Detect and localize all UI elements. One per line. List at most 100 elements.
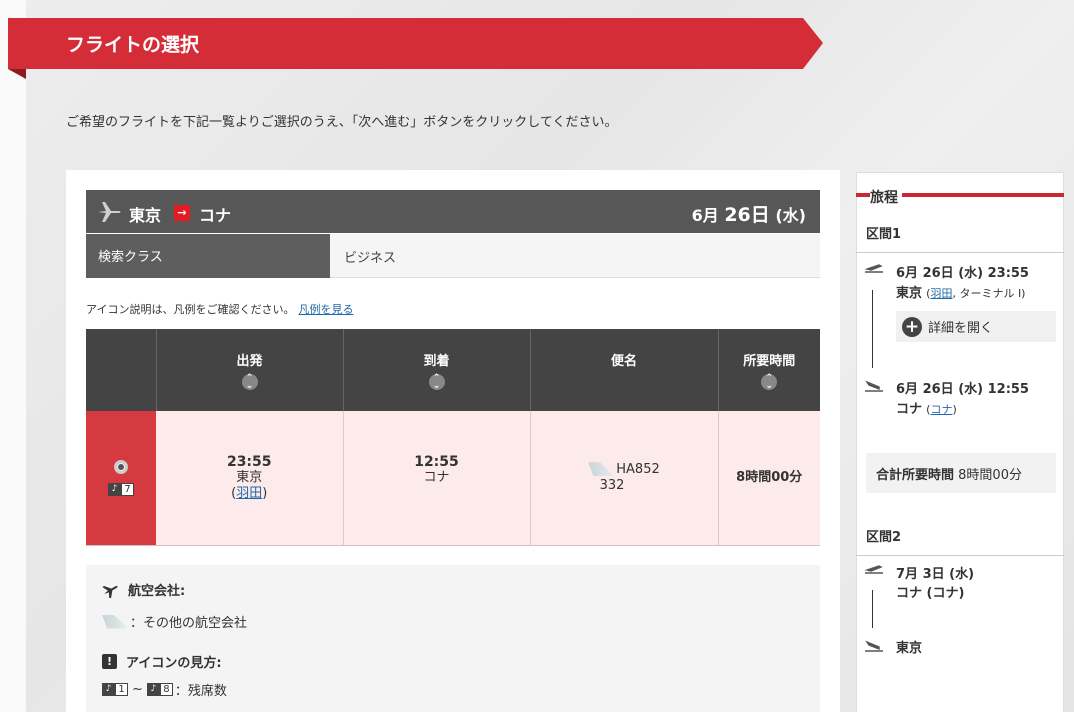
sort-icon[interactable]: ⌃ ⌄: [428, 374, 445, 391]
sort-icon[interactable]: ⌃ ⌄: [761, 374, 778, 391]
seg2-connector-line: [872, 590, 873, 628]
arrival-icon: [865, 640, 883, 652]
table-header-row: 出発 ⌃ ⌄ 到着 ⌃ ⌄ 便名 所要時間 ⌃ ⌄: [86, 329, 820, 411]
seg1-arr-datetime: 6月 26日 (水) 12:55: [896, 378, 1029, 397]
duration-cell: 8時間00分: [718, 411, 820, 546]
total-duration: 合計所要時間 8時間00分: [866, 453, 1056, 493]
legend-seat-range: ♪ 1 ~ ♪ 8 ：残席数: [102, 680, 227, 699]
seg1-dep-airport-link[interactable]: 羽田: [930, 287, 952, 300]
radio-selected-icon[interactable]: [114, 459, 128, 474]
arrival-icon: [865, 380, 883, 392]
seg1-arr-datetime-text: 6月 26日 (水) 12:55: [896, 382, 1029, 397]
flight-number-line: HA852: [531, 462, 718, 478]
arrival-city: コナ: [423, 469, 450, 485]
legend-airline-label: 航空会社:: [128, 584, 186, 599]
seat-icon: ♪: [146, 683, 160, 696]
seg1-arr-city: コナ: [896, 402, 923, 417]
left-edge: [0, 0, 26, 712]
plane-icon: [98, 202, 121, 222]
header-select: [86, 329, 157, 411]
paren-close: ): [952, 403, 957, 416]
seg1-dep-terminal: , ターミナル I): [952, 287, 1026, 300]
plus-icon: +: [902, 316, 922, 337]
departure-icon: [864, 565, 883, 574]
legend-note-text: アイコン説明は、凡例をご確認ください。: [86, 303, 295, 316]
route-origin: 東京: [129, 206, 162, 225]
total-duration-label: 合計所要時間: [876, 468, 955, 483]
seat-min: 1: [115, 683, 128, 696]
seg2-dep-date: 7月 3日 (水): [896, 563, 974, 582]
seg1-dep-datetime: 6月 26日 (水) 23:55: [896, 262, 1029, 281]
instruction-text: ご希望のフライトを下記一覧よりご選択のうえ、「次へ進む」ボタンをクリックしてくだ…: [66, 115, 618, 130]
date-day: 26日: [724, 204, 770, 226]
open-details-button[interactable]: + 詳細を開く: [896, 311, 1056, 342]
legend-note: アイコン説明は、凡例をご確認ください。 凡例を見る: [86, 301, 353, 317]
segment1-title: 区間1: [866, 227, 902, 242]
departure-city: 東京: [236, 469, 263, 485]
header-departure[interactable]: 出発 ⌃ ⌄: [156, 329, 344, 411]
seg1-arr-airport-link[interactable]: コナ: [930, 403, 952, 416]
itinerary-panel: [856, 172, 1064, 712]
table-row[interactable]: ♪ 7 23:55 東京 (羽田) 12:55 コナ HA852 332 8時間0…: [86, 411, 820, 546]
seg2-arr-city: 東京: [896, 637, 922, 656]
seg1-connector-line: [872, 290, 873, 368]
seat-count: 7: [121, 482, 134, 496]
tilde: ~: [132, 682, 143, 697]
seg2-arr-city-text: 東京: [896, 641, 923, 656]
seg1-dep-city: 東京: [896, 286, 923, 301]
route-arrow-icon: →: [174, 205, 190, 221]
search-class-label: 検索クラス: [86, 234, 330, 278]
header-arrival-label: 到着: [423, 354, 450, 369]
legend-icon-label: アイコンの見方:: [126, 656, 222, 671]
seat-icon: ♪: [102, 683, 115, 696]
header-duration-label: 所要時間: [743, 354, 796, 369]
header-departure-label: 出発: [236, 354, 263, 369]
select-cell[interactable]: ♪ 7: [86, 411, 156, 546]
sort-icon[interactable]: ⌃ ⌄: [241, 374, 258, 391]
page-title: フライトの選択: [66, 34, 200, 56]
arrival-cell: 12:55 コナ: [343, 411, 531, 546]
seg1-arr-location: コナ (コナ): [896, 398, 957, 417]
seat-icon: ♪: [108, 482, 121, 496]
segment1-divider: [856, 252, 1064, 253]
airline-tail-icon: [102, 614, 128, 629]
seat-text: ：残席数: [174, 684, 227, 699]
departure-airport: (羽田): [156, 486, 343, 502]
departure-cell: 23:55 東京 (羽田): [156, 411, 344, 546]
departure-time: 23:55: [226, 453, 272, 470]
open-details-label: 詳細を開く: [928, 321, 994, 336]
paren-close: ): [262, 485, 268, 501]
header-flight: 便名: [530, 329, 719, 411]
legend-icon-title: ! アイコンの見方:: [102, 652, 222, 671]
seg2-dep-date-text: 7月 3日 (水): [896, 567, 975, 582]
seg2-dep-city: コナ (コナ): [896, 582, 964, 601]
route-bar: 東京 → コナ 6月 26日 (水): [86, 190, 820, 233]
seat-max: 8: [159, 683, 173, 696]
airline-tail-icon: [588, 462, 615, 477]
route-date: 6月 26日 (水): [692, 200, 806, 227]
header-arrival[interactable]: 到着 ⌃ ⌄: [343, 329, 531, 411]
seg1-dep-location: 東京 (羽田, ターミナル I): [896, 282, 1025, 301]
arrival-time: 12:55: [414, 453, 459, 470]
route-destination: コナ: [199, 206, 232, 225]
seg2-dep-city-text: コナ (コナ): [896, 586, 965, 601]
segment2-title: 区間2: [866, 530, 902, 545]
legend-airline-item: ：その他の航空会社: [102, 612, 247, 631]
flight-number: HA852: [616, 461, 660, 477]
date-month: 6月: [691, 206, 719, 225]
airplane-icon: [102, 585, 118, 598]
departure-icon: [864, 264, 883, 273]
header-duration[interactable]: 所要時間 ⌃ ⌄: [718, 329, 820, 411]
flight-table: 出発 ⌃ ⌄ 到着 ⌃ ⌄ 便名 所要時間 ⌃ ⌄ ♪ 7 23:55 東京 (…: [86, 329, 820, 546]
legend-airline-title: 航空会社:: [102, 580, 185, 599]
legend-link[interactable]: 凡例を見る: [298, 303, 353, 316]
header-flight-label: 便名: [610, 354, 637, 369]
segment2-divider: [856, 555, 1064, 556]
seat-badge: ♪ 7: [108, 482, 134, 496]
seg1-dep-datetime-text: 6月 26日 (水) 23:55: [896, 266, 1029, 281]
legend-airline-text: ：その他の航空会社: [130, 616, 248, 631]
search-class-value: ビジネス: [330, 234, 820, 278]
itinerary-title: 旅程: [870, 187, 902, 207]
departure-airport-link[interactable]: 羽田: [236, 486, 262, 501]
date-weekday: (水): [775, 206, 806, 225]
